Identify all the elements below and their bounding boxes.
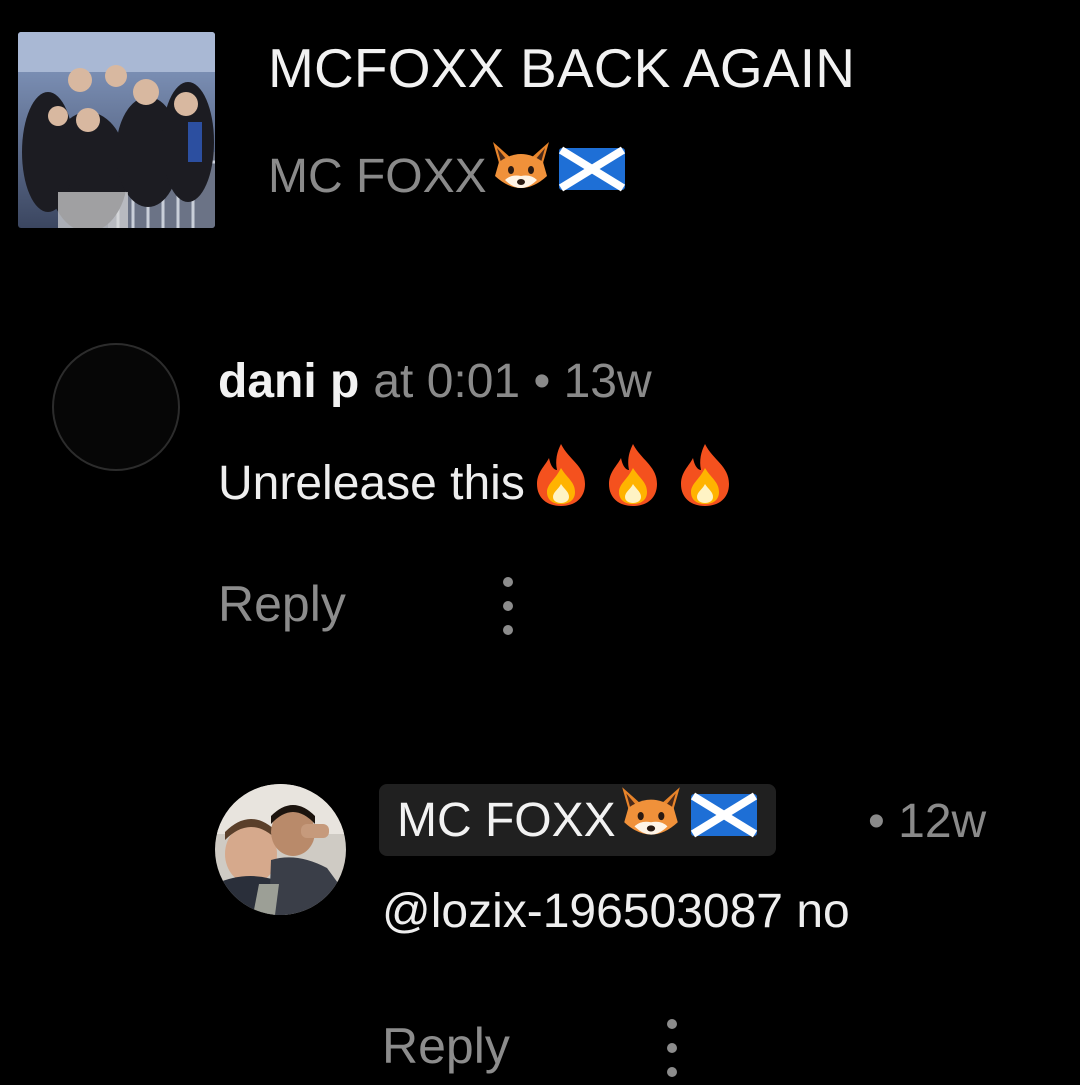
track-artist[interactable]: MC FOXX [268, 136, 629, 217]
comment-header: dani p at 0:01 • 13w [218, 350, 652, 414]
track-artwork[interactable] [18, 32, 215, 228]
comment-meta[interactable]: at 0:01 • 13w [373, 355, 651, 408]
comment-author[interactable]: dani p [218, 355, 359, 408]
comment-text-content: Unrelease this [218, 456, 525, 510]
track-artist-name: MC FOXX [268, 149, 487, 203]
scotland-flag-icon [686, 782, 762, 858]
track-title[interactable]: MCFOXX BACK AGAIN [268, 36, 855, 100]
fire-icon [525, 440, 597, 527]
fox-icon [487, 136, 555, 217]
more-options-icon[interactable] [662, 1014, 682, 1084]
fire-icon [597, 440, 669, 527]
commenter-avatar[interactable] [52, 343, 180, 471]
fox-icon [616, 781, 686, 859]
comment-text: Unrelease this [218, 440, 741, 527]
creator-avatar[interactable] [215, 784, 346, 915]
reply-timestamp: • 12w [868, 795, 987, 848]
reply-text: @lozix-196503087 no [382, 885, 850, 938]
reply-button[interactable]: Reply [218, 572, 346, 636]
creator-badge[interactable]: MC FOXX [379, 784, 776, 856]
reply-button[interactable]: Reply [382, 1014, 510, 1078]
fire-icon [669, 440, 741, 527]
more-options-icon[interactable] [498, 572, 518, 642]
scotland-flag-icon [555, 136, 629, 217]
reply-author: MC FOXX [397, 793, 616, 847]
